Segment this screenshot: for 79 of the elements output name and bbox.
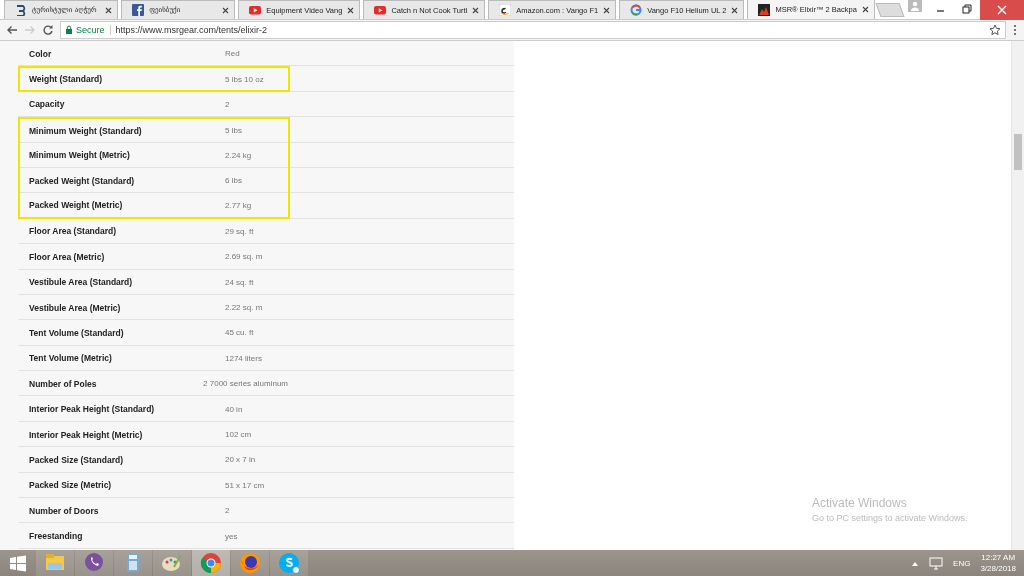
spec-label: Packed Size (Metric) [28,480,113,491]
spec-value: 24 sq. ft [225,277,254,287]
taskbar-app[interactable] [270,550,308,576]
spec-label: Tent Volume (Metric) [28,353,113,364]
spec-value: 2.22 sq. m [225,303,263,313]
firefox-icon [238,551,262,575]
spec-value: 2 [225,99,230,109]
spec-label: Interior Peak Height (Standard) [28,404,156,415]
spec-value: 40 in [225,404,243,414]
spec-value: 102 cm [225,430,252,440]
spec-label: Capacity [28,99,66,110]
spec-value: Red [225,49,240,59]
close-icon[interactable] [603,6,611,14]
chrome-icon [199,551,223,575]
spec-value: 2 [225,506,230,516]
spec-label: Minimum Weight (Standard) [28,125,143,136]
spec-label: Number of Poles [28,378,98,389]
mountain-icon [758,3,771,16]
new-tab-button[interactable] [875,3,905,17]
url-text: https://www.msrgear.com/tents/elixir-2 [115,25,269,35]
logo-icon [15,4,27,16]
spec-label: Packed Weight (Standard) [28,175,136,186]
spec-value: 2.69 sq. m [225,252,263,262]
spec-label: Vestibule Area (Standard) [28,277,134,288]
menu-icon[interactable] [1012,24,1018,36]
lock-icon [65,25,73,35]
close-icon[interactable] [222,6,230,14]
taskbar-app[interactable] [153,550,191,576]
skype-icon [277,551,301,575]
spec-value: 5 lbs [225,126,242,136]
security-label: Secure [76,25,105,35]
play-icon [374,4,387,16]
spec-value: 5 lbs 10 oz [225,74,264,84]
spec-value: 2.24 kg [225,150,252,160]
spec-label: Minimum Weight (Metric) [28,150,131,161]
play-icon [249,4,262,16]
reload-icon[interactable] [42,24,54,36]
spec-label: Interior Peak Height (Metric) [28,429,144,440]
spec-label: Number of Doors [28,505,100,516]
clock-date[interactable]: 3/28/2018 [980,563,1016,574]
spec-value: 20 x 7 in [225,455,256,465]
scrollbar[interactable] [1011,41,1024,550]
taskbar-app[interactable] [192,550,230,576]
star-icon[interactable] [989,24,1001,36]
spec-value: 2.77 kg [225,200,252,210]
close-icon[interactable] [105,6,113,14]
close-icon[interactable] [472,6,480,14]
windows-start-icon[interactable] [9,554,27,572]
spec-value: 29 sq. ft [225,226,254,236]
activation-title: Activate Windows [812,496,908,510]
spec-label: Floor Area (Standard) [28,226,118,237]
close-icon[interactable] [861,6,869,13]
taskbar-app[interactable] [36,550,74,576]
spec-value: 1274 liters [225,353,262,363]
spec-label: Packed Weight (Metric) [28,200,124,211]
spec-label: Floor Area (Metric) [28,251,106,262]
address-field[interactable]: Secure https://www.msrgear.com/tents/elixir-2 [60,21,1006,39]
spec-label: Vestibule Area (Metric) [28,302,122,313]
spec-value: 45 cu. ft [225,328,254,338]
close-icon[interactable] [731,6,739,14]
scrollbar-thumb[interactable] [1014,134,1022,170]
spec-value: 2 7000 series aluminum [203,379,288,389]
spec-value: yes [225,531,238,541]
spec-label: Packed Size (Standard) [28,454,124,465]
facebook-icon [132,4,145,16]
spec-value: 51 x 17 cm [225,480,265,490]
spec-label: Freestanding [28,531,84,542]
activation-message: Go to PC settings to activate Windows. [812,513,968,523]
taskbar-app[interactable] [75,550,113,576]
spec-label: Color [28,48,53,59]
spec-value: 6 lbs [225,176,242,186]
google-icon [630,4,643,16]
taskbar-app[interactable] [114,550,152,576]
spec-label: Weight (Standard) [28,74,104,85]
close-icon[interactable] [347,6,355,14]
spec-label: Tent Volume (Standard) [28,328,125,338]
taskbar-app[interactable] [231,550,269,576]
back-icon[interactable] [6,24,18,36]
network-icon[interactable] [929,556,944,570]
